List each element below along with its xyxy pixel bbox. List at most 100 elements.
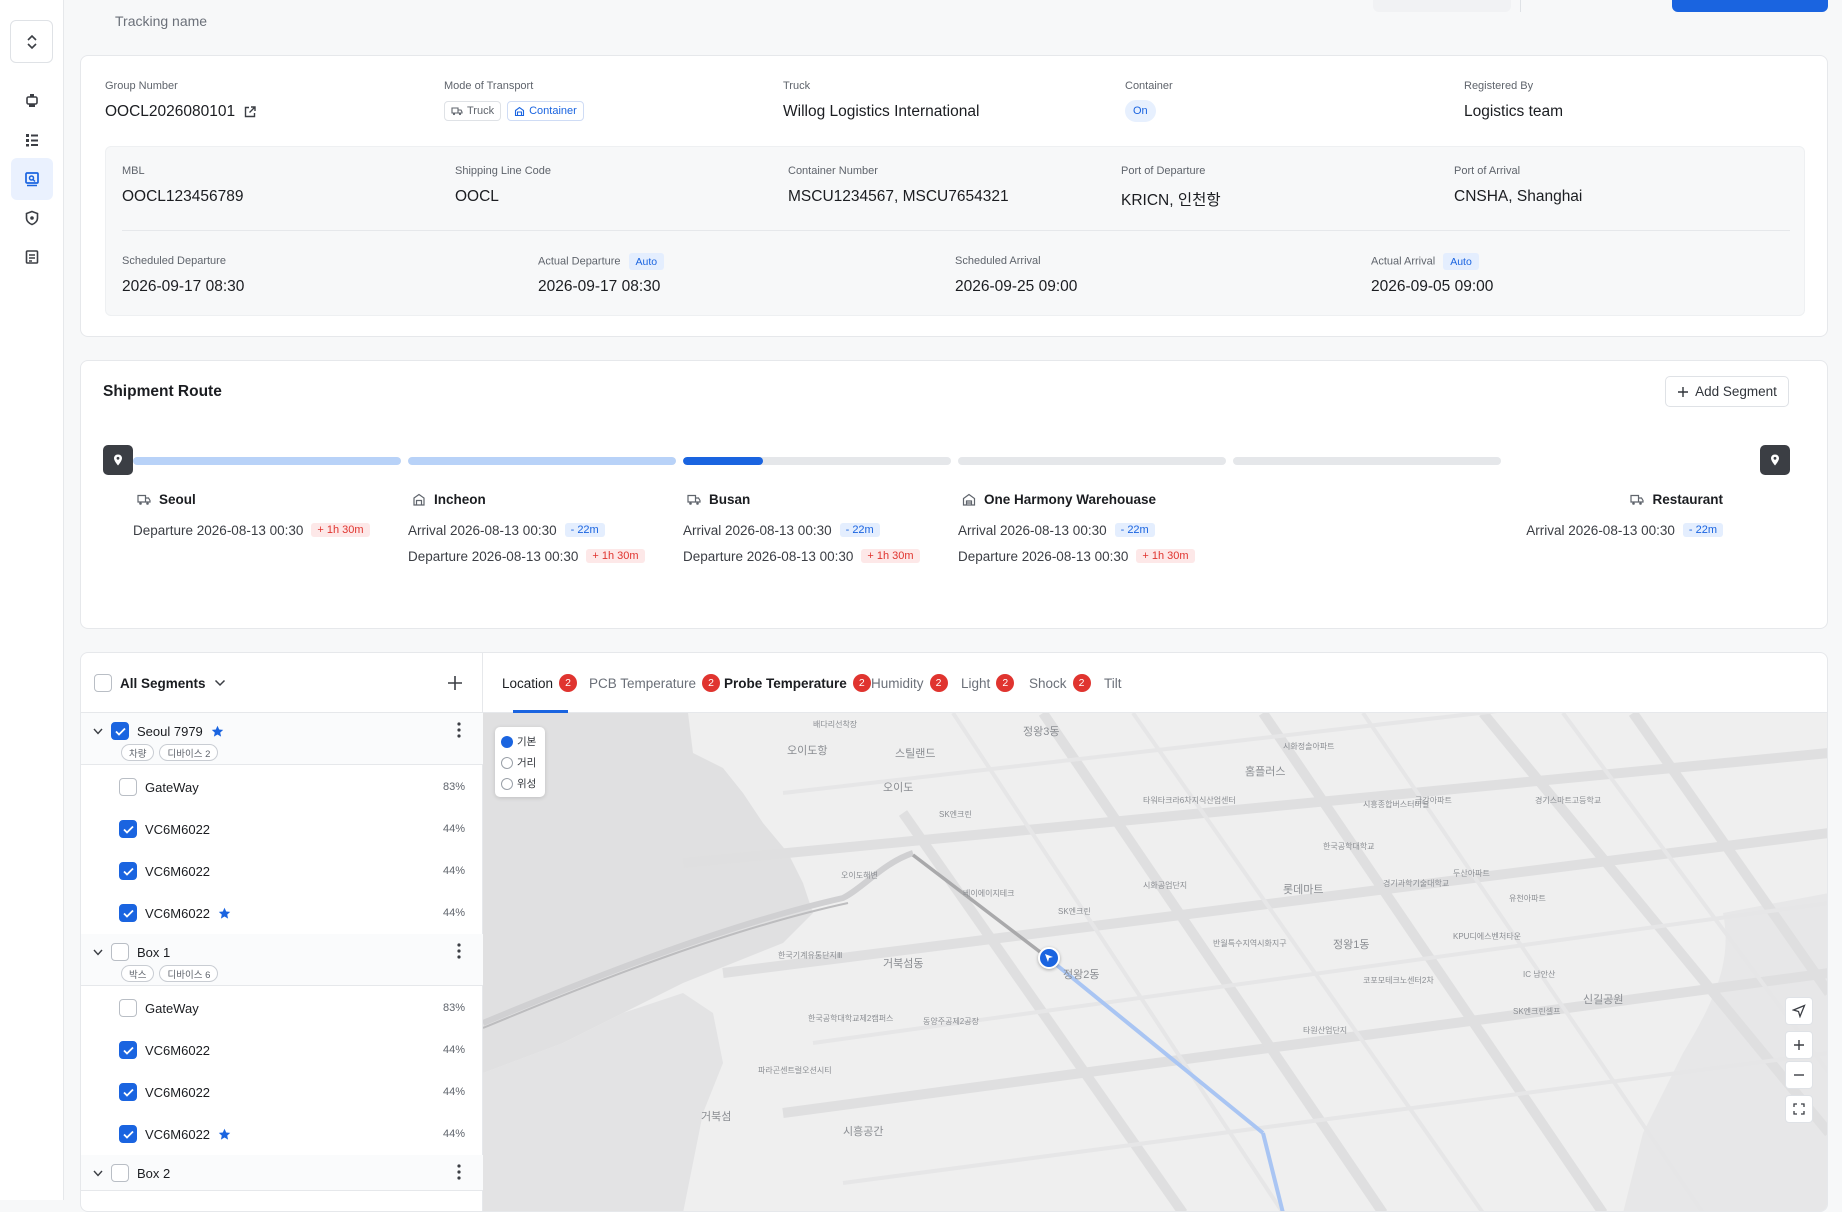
tab-shock[interactable]: Shock 2 bbox=[1029, 653, 1091, 713]
route-segment-bar bbox=[683, 457, 951, 465]
more-vertical-icon[interactable] bbox=[457, 943, 461, 959]
stop-time-text: Arrival 2026-08-13 00:30 bbox=[408, 522, 557, 538]
group-number-field: OOCL2026080101 bbox=[105, 103, 257, 121]
chevron-down-icon[interactable] bbox=[93, 949, 103, 956]
star-icon[interactable] bbox=[211, 725, 224, 738]
check-icon bbox=[122, 909, 134, 918]
checkbox[interactable] bbox=[111, 1164, 129, 1182]
device-row[interactable]: VC6M6022 44% bbox=[81, 850, 483, 892]
map-option-street[interactable]: 거리 bbox=[501, 752, 539, 773]
tab-count-badge: 2 bbox=[1072, 674, 1091, 692]
zoom-out-button[interactable] bbox=[1785, 1061, 1813, 1089]
early-badge: - 22m bbox=[1114, 523, 1155, 537]
device-row[interactable]: GateWay 83% bbox=[81, 766, 483, 808]
map-option-satellite[interactable]: 위성 bbox=[501, 773, 539, 794]
device-row-content: VC6M6022 bbox=[119, 904, 231, 922]
checkbox[interactable] bbox=[119, 999, 137, 1017]
add-icon[interactable] bbox=[447, 675, 463, 691]
registered-by-label: Registered By bbox=[1464, 80, 1534, 92]
external-link-icon[interactable] bbox=[243, 105, 257, 119]
map-place-label: SK엔크린 bbox=[939, 810, 972, 819]
tab-label: Location bbox=[502, 675, 554, 691]
device-row[interactable]: GateWay 83% bbox=[81, 987, 483, 1029]
fullscreen-button[interactable] bbox=[1785, 1095, 1813, 1123]
tab-count-badge: 2 bbox=[929, 674, 948, 692]
route-stop: Incheon Arrival 2026-08-13 00:30 - 22m Depa… bbox=[408, 489, 645, 565]
secondary-header-button[interactable] bbox=[1373, 0, 1511, 12]
stop-name: Restaurant bbox=[1526, 489, 1723, 509]
radio[interactable] bbox=[501, 777, 513, 790]
tab-tilt[interactable]: Tilt bbox=[1104, 653, 1122, 713]
nav-item-list[interactable] bbox=[11, 119, 53, 161]
nav-item-security[interactable] bbox=[11, 197, 53, 239]
all-segments-dropdown[interactable]: All Segments bbox=[94, 674, 226, 692]
primary-header-button[interactable] bbox=[1672, 0, 1828, 12]
map-view[interactable]: 배다리선착장 오이도항 스틸랜드 정왕3동 오이도 SK엔크린 시화정솔아파트 홈플러스 타워타… bbox=[483, 713, 1827, 1211]
device-row[interactable]: VC6M6022 44% bbox=[81, 892, 483, 934]
list-icon bbox=[26, 134, 38, 147]
chevron-down-icon[interactable] bbox=[93, 728, 103, 735]
truck-icon bbox=[451, 107, 463, 116]
star-icon[interactable] bbox=[218, 907, 231, 920]
group-number-label: Group Number bbox=[105, 80, 178, 92]
checkbox[interactable] bbox=[119, 820, 137, 838]
segment-group-row: Seoul 7979 bbox=[93, 722, 224, 740]
locate-button[interactable] bbox=[1785, 997, 1813, 1025]
checkbox[interactable] bbox=[119, 778, 137, 796]
more-vertical-icon[interactable] bbox=[457, 722, 461, 738]
tab-light[interactable]: Light 2 bbox=[961, 653, 1015, 713]
segment-group-header[interactable]: Box 2 bbox=[81, 1155, 483, 1191]
vehicle-position-marker[interactable] bbox=[1038, 947, 1060, 969]
device-row[interactable]: VC6M6022 44% bbox=[81, 1071, 483, 1113]
segment-chip: 차량 bbox=[121, 744, 155, 761]
nav-item-monitoring[interactable] bbox=[11, 158, 53, 200]
device-name: GateWay bbox=[145, 1000, 199, 1016]
map-canvas bbox=[483, 713, 1827, 1211]
stop-time-text: Departure 2026-08-13 00:30 bbox=[408, 548, 579, 564]
map-place-label: 스틸랜드 bbox=[895, 748, 936, 760]
stop-name-label: Restaurant bbox=[1652, 491, 1723, 507]
container-number-label: Container Number bbox=[788, 165, 878, 177]
map-place-label: IC 남안산 bbox=[1523, 970, 1556, 979]
stop-time-line: Departure 2026-08-13 00:30 + 1h 30m bbox=[958, 547, 1195, 565]
stop-time-line: Arrival 2026-08-13 00:30 - 22m bbox=[958, 521, 1195, 539]
device-battery-percent: 44% bbox=[442, 865, 465, 877]
tab-pcb-temperature[interactable]: PCB Temperature 2 bbox=[589, 653, 721, 713]
segment-group-header[interactable]: Box 1 박스 디바이스 6 bbox=[81, 934, 483, 986]
more-vertical-icon[interactable] bbox=[457, 1164, 461, 1180]
device-row[interactable]: VC6M6022 44% bbox=[81, 1113, 483, 1155]
radio[interactable] bbox=[501, 756, 513, 769]
checkbox[interactable] bbox=[119, 1125, 137, 1143]
chevron-down-icon[interactable] bbox=[93, 1170, 103, 1177]
device-row[interactable]: VC6M6022 44% bbox=[81, 808, 483, 850]
header-divider bbox=[1520, 0, 1521, 12]
container-label: Container bbox=[1125, 80, 1173, 92]
segment-group-header[interactable]: Seoul 7979 차량 디바이스 2 bbox=[81, 713, 483, 765]
all-segments-checkbox[interactable] bbox=[94, 674, 112, 692]
checkbox[interactable] bbox=[119, 1041, 137, 1059]
tab-humidity[interactable]: Humidity 2 bbox=[871, 653, 948, 713]
map-place-label: 금강아파트 bbox=[1415, 796, 1452, 805]
checkbox[interactable] bbox=[119, 904, 137, 922]
document-icon bbox=[25, 250, 39, 264]
tab-probe-temperature[interactable]: Probe Temperature 2 bbox=[724, 653, 871, 713]
checkbox[interactable] bbox=[111, 722, 129, 740]
device-row[interactable]: VC6M6022 44% bbox=[81, 1029, 483, 1071]
radio-selected[interactable] bbox=[501, 735, 513, 748]
device-battery-percent: 44% bbox=[442, 1128, 465, 1140]
checkbox[interactable] bbox=[111, 943, 129, 961]
nav-item-tracking[interactable] bbox=[11, 80, 53, 122]
tab-location[interactable]: Location 2 bbox=[502, 653, 578, 713]
nav-item-documents[interactable] bbox=[11, 236, 53, 278]
star-icon[interactable] bbox=[218, 1128, 231, 1141]
stop-time-line: Arrival 2026-08-13 00:30 - 22m bbox=[683, 521, 920, 539]
add-segment-button[interactable]: Add Segment bbox=[1665, 376, 1789, 407]
stop-name-label: Seoul bbox=[159, 491, 196, 507]
checkbox[interactable] bbox=[119, 1083, 137, 1101]
map-option-basic[interactable]: 기본 bbox=[501, 731, 539, 752]
mode-tag-container: Container bbox=[507, 101, 584, 121]
collapse-toggle-button[interactable] bbox=[10, 20, 53, 63]
zoom-in-button[interactable] bbox=[1785, 1031, 1813, 1059]
segments-header: All Segments bbox=[81, 653, 483, 713]
checkbox[interactable] bbox=[119, 862, 137, 880]
